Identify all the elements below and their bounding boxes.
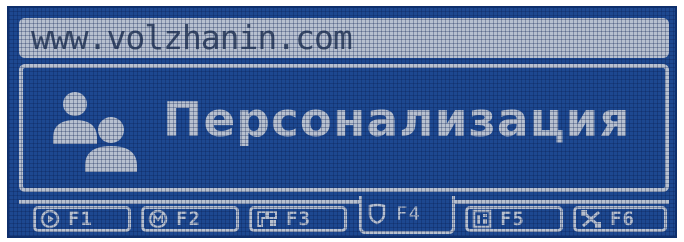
tab-f4[interactable]: F4	[359, 196, 455, 234]
tab-f1-label: F1	[68, 208, 93, 230]
tab-f3[interactable]: F3	[249, 206, 347, 232]
main-panel: Персонализация	[19, 64, 669, 192]
tab-f6-label: F6	[610, 208, 635, 230]
tab-f6[interactable]: F6	[573, 206, 667, 232]
document-icon	[472, 209, 492, 229]
url-bar: www.volzhanin.com	[19, 18, 669, 58]
tab-f4-label: F4	[396, 202, 421, 225]
url-text: www.volzhanin.com	[31, 18, 353, 57]
screen-title: Персонализация	[163, 93, 631, 148]
shield-icon	[368, 203, 386, 224]
users-icon	[53, 92, 137, 172]
function-key-tabs: F1 F2 F3 F4 F5 F6	[19, 196, 669, 234]
tab-f2-label: F2	[176, 208, 201, 230]
lcd-screen: www.volzhanin.com Персонализация F1 F2 F…	[7, 6, 677, 238]
tab-f5[interactable]: F5	[465, 206, 563, 232]
tab-f2[interactable]: F2	[141, 206, 239, 232]
tab-f1[interactable]: F1	[33, 206, 131, 232]
m-circle-icon	[148, 209, 168, 229]
play-circle-icon	[40, 209, 60, 229]
tab-bar-line	[19, 200, 669, 204]
tools-icon	[581, 210, 601, 228]
wrench-icon	[257, 211, 277, 227]
tab-f5-label: F5	[500, 208, 525, 230]
tab-f3-label: F3	[286, 208, 311, 230]
